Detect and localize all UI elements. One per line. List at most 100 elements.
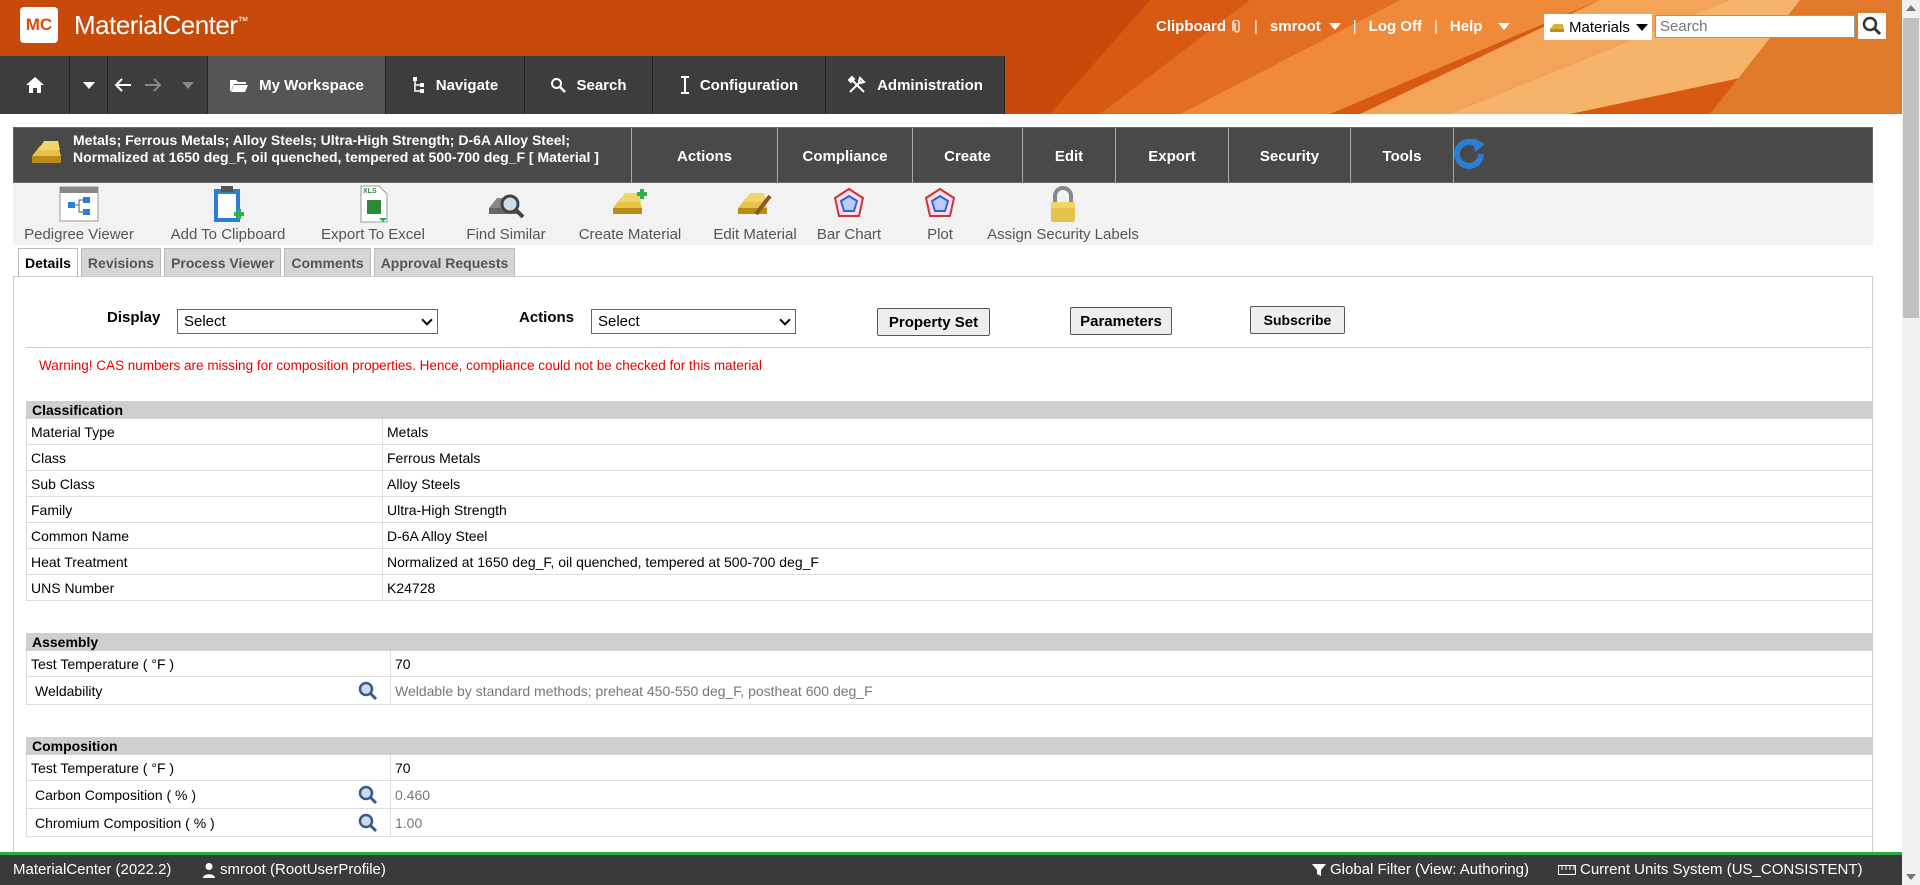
menu-compliance[interactable]: Compliance (777, 128, 912, 184)
radar-chart-icon (833, 187, 865, 217)
menu-create[interactable]: Create (912, 128, 1022, 184)
arrow-left-icon (114, 78, 131, 92)
scroll-down-icon[interactable] (1906, 874, 1916, 880)
table-row: Carbon Composition ( % ) 0.460 (26, 781, 1872, 809)
history-dropdown[interactable] (70, 56, 108, 114)
scroll-up-icon[interactable] (1906, 5, 1916, 11)
app-title: MaterialCenter™ (74, 10, 249, 40)
gold-bars-icon (1550, 24, 1564, 32)
section-title: Assembly (26, 633, 1872, 651)
database-selector[interactable]: Materials (1544, 14, 1652, 40)
display-label: Display (107, 309, 161, 326)
actions-select[interactable]: Select (591, 309, 796, 334)
magnifier-icon[interactable] (358, 813, 378, 833)
find-similar-button[interactable]: Find Similar (449, 183, 563, 245)
nav-my-workspace[interactable]: My Workspace (208, 56, 386, 114)
classification-section: Classification Material Type Metals Class… (26, 401, 1872, 601)
export-to-excel-button[interactable]: XLS Export To Excel (318, 183, 428, 245)
main-content: Metals; Ferrous Metals; Alloy Steels; Ul… (13, 127, 1873, 885)
nav-configuration[interactable]: Configuration (653, 56, 826, 114)
tab-details[interactable]: Details (18, 248, 78, 276)
chevron-down-icon (181, 81, 194, 89)
search-input[interactable] (1655, 15, 1855, 38)
refresh-icon[interactable] (1451, 136, 1487, 172)
user-icon (203, 862, 215, 878)
nav-search[interactable]: Search (525, 56, 653, 114)
assign-security-labels-button[interactable]: Assign Security Labels (985, 183, 1141, 245)
chevron-down-icon (779, 313, 791, 326)
table-row: Weldability Weldable by standard methods… (26, 677, 1872, 705)
divider (26, 347, 1871, 348)
pedigree-icon (59, 186, 99, 222)
actions-label: Actions (519, 309, 575, 326)
subscribe-button[interactable]: Subscribe (1250, 306, 1345, 334)
display-select[interactable]: Select (177, 309, 438, 334)
tab-comments[interactable]: Comments (284, 248, 371, 276)
edit-material-button[interactable]: Edit Material (697, 183, 813, 245)
filter-icon (1312, 863, 1326, 876)
menu-security[interactable]: Security (1228, 128, 1350, 184)
back-button[interactable] (108, 56, 138, 114)
forward-history-dropdown[interactable] (168, 56, 208, 114)
details-panel: Display Select Actions Select Property S… (13, 276, 1873, 885)
tools-icon (847, 75, 866, 93)
plot-icon (924, 187, 956, 217)
assembly-section: Assembly Test Temperature ( °F ) 70 Welda… (26, 633, 1872, 705)
property-set-button[interactable]: Property Set (877, 308, 990, 336)
material-header-bar: Metals; Ferrous Metals; Alloy Steels; Ul… (13, 127, 1873, 184)
app-header: MC MaterialCenter™ Clipboard | smroot | … (0, 0, 1920, 114)
tab-approval-requests[interactable]: Approval Requests (373, 248, 516, 276)
search-icon (1862, 16, 1882, 36)
table-row: Common Name D-6A Alloy Steel (26, 523, 1872, 549)
ruler-icon (1558, 864, 1576, 875)
user-menu[interactable]: smroot (1270, 18, 1341, 35)
clipboard-link[interactable]: Clipboard (1156, 18, 1242, 35)
menu-tools[interactable]: Tools (1350, 128, 1454, 184)
table-row: Class Ferrous Metals (26, 445, 1872, 471)
magnifier-icon[interactable] (358, 785, 378, 805)
scrollbar-thumb[interactable] (1903, 18, 1919, 318)
section-title: Classification (26, 401, 1872, 419)
menu-export[interactable]: Export (1115, 128, 1228, 184)
top-links: Clipboard | smroot | Log Off | Help (1150, 18, 1516, 35)
app-logo[interactable]: MC (20, 7, 58, 43)
bar-chart-button[interactable]: Bar Chart (813, 183, 885, 245)
chevron-down-icon (82, 81, 95, 89)
logoff-link[interactable]: Log Off (1369, 18, 1422, 35)
home-button[interactable] (0, 56, 70, 114)
help-menu[interactable]: Help (1450, 18, 1511, 35)
menu-edit[interactable]: Edit (1022, 128, 1115, 184)
status-user: smroot (RootUserProfile) (202, 861, 386, 878)
chevron-down-icon (1328, 23, 1341, 30)
pedigree-viewer-button[interactable]: Pedigree Viewer (23, 183, 135, 245)
table-row: Chromium Composition ( % ) 1.00 (26, 809, 1872, 837)
material-title: Metals; Ferrous Metals; Alloy Steels; Ul… (73, 132, 599, 165)
parameters-button[interactable]: Parameters (1070, 307, 1172, 335)
table-row: Sub Class Alloy Steels (26, 471, 1872, 497)
home-icon (25, 77, 44, 93)
global-filter[interactable]: Global Filter (View: Authoring) (1312, 861, 1529, 878)
table-row: Heat Treatment Normalized at 1650 deg_F, … (26, 549, 1872, 575)
units-system[interactable]: Current Units System (US_CONSISTENT) (1558, 861, 1863, 878)
table-row: Test Temperature ( °F ) 70 (26, 651, 1872, 677)
magnifier-icon[interactable] (358, 681, 378, 701)
cursor-icon (680, 76, 689, 94)
nav-navigate[interactable]: Navigate (386, 56, 525, 114)
status-bar: MaterialCenter (2022.2) smroot (RootUser… (0, 852, 1902, 885)
plot-button[interactable]: Plot (910, 183, 970, 245)
section-title: Composition (26, 737, 1872, 755)
version-label: MaterialCenter (2022.2) (13, 861, 172, 878)
create-material-icon (613, 189, 647, 214)
tab-revisions[interactable]: Revisions (80, 248, 162, 276)
add-to-clipboard-button[interactable]: Add To Clipboard (167, 183, 289, 245)
create-material-button[interactable]: Create Material (566, 183, 694, 245)
folder-open-icon (230, 80, 249, 92)
search-button[interactable] (1858, 13, 1886, 39)
forward-button[interactable] (138, 56, 168, 114)
chevron-down-icon (1498, 23, 1511, 30)
tab-process-viewer[interactable]: Process Viewer (164, 248, 282, 276)
detail-tabs: Details Revisions Process Viewer Comment… (18, 248, 518, 276)
nav-administration[interactable]: Administration (826, 56, 1005, 114)
menu-actions[interactable]: Actions (631, 128, 777, 184)
gold-bars-icon (32, 141, 61, 163)
